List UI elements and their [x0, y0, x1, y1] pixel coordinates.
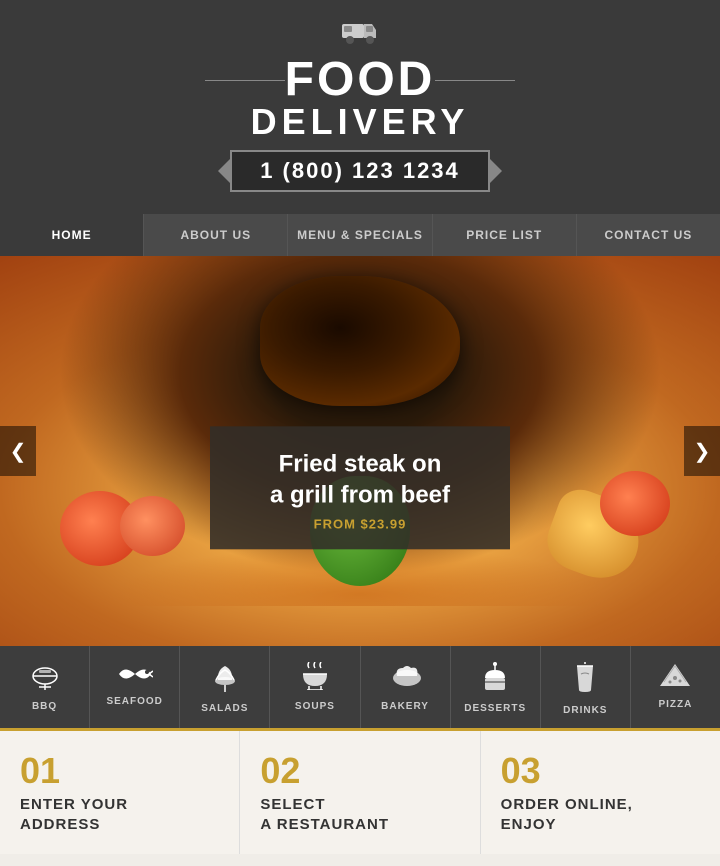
- hero-slider: Fried steak on a grill from beef FROM $2…: [0, 256, 720, 646]
- slider-next-button[interactable]: ❯: [684, 426, 720, 476]
- pizza-icon: [639, 662, 712, 693]
- bbq-icon: [8, 662, 81, 695]
- cat-pizza[interactable]: PIZZA: [631, 646, 720, 728]
- phone-banner: 1 (800) 123 1234: [230, 150, 490, 192]
- cat-salads[interactable]: SALADS: [180, 646, 270, 728]
- main-nav: HOME ABOUT US MENU & SPECIALS PRICE LIST…: [0, 214, 720, 256]
- cat-bakery[interactable]: BAKERY: [361, 646, 451, 728]
- cat-seafood[interactable]: SEAFOOD: [90, 646, 180, 728]
- cat-drinks[interactable]: DRINKS: [541, 646, 631, 728]
- hero-caption: Fried steak on a grill from beef FROM $2…: [210, 426, 510, 549]
- truck-icon-wrapper: [0, 18, 720, 52]
- step-1-number: 01: [20, 753, 219, 789]
- drinks-label: DRINKS: [549, 705, 622, 716]
- step-3-number: 03: [501, 753, 700, 789]
- drinks-icon: [549, 662, 622, 699]
- steak-decoration: [260, 276, 460, 406]
- title-delivery: DELIVERY: [0, 104, 720, 140]
- nav-menu[interactable]: MENU & SPECIALS: [288, 214, 432, 256]
- slider-prev-button[interactable]: ❮: [0, 426, 36, 476]
- phone-number: 1 (800) 123 1234: [260, 158, 460, 184]
- soups-icon: [278, 662, 351, 695]
- nav-price[interactable]: PRICE LIST: [433, 214, 577, 256]
- title-line: FOOD: [0, 56, 720, 104]
- salads-label: SALADS: [188, 703, 261, 714]
- desserts-label: DESSERTS: [459, 703, 532, 714]
- seafood-icon: [98, 662, 171, 690]
- bbq-label: BBQ: [8, 701, 81, 712]
- soups-label: SOUPS: [278, 701, 351, 712]
- category-bar: BBQ SEAFOOD SALADS: [0, 646, 720, 728]
- nav-about[interactable]: ABOUT US: [144, 214, 288, 256]
- pizza-label: PIZZA: [639, 699, 712, 710]
- bakery-label: BAKERY: [369, 701, 442, 712]
- step-1-text: ENTER YOUR ADDRESS: [20, 796, 128, 833]
- step-3: 03 ORDER ONLINE, ENJOY: [481, 731, 720, 854]
- site-header: FOOD DELIVERY 1 (800) 123 1234: [0, 0, 720, 214]
- step-2-number: 02: [260, 753, 459, 789]
- step-2: 02 SELECT A RESTAURANT: [240, 731, 480, 854]
- cat-soups[interactable]: SOUPS: [270, 646, 360, 728]
- garnish2-decoration: [600, 471, 670, 536]
- seafood-label: SEAFOOD: [98, 696, 171, 707]
- bakery-icon: [369, 662, 442, 695]
- cat-desserts[interactable]: DESSERTS: [451, 646, 541, 728]
- hero-price: FROM $23.99: [250, 517, 470, 532]
- tomato2-decoration: [120, 496, 185, 556]
- step-1: 01 ENTER YOUR ADDRESS: [0, 731, 240, 854]
- nav-home[interactable]: HOME: [0, 214, 144, 256]
- nav-contact[interactable]: CONTACT US: [577, 214, 720, 256]
- cat-bbq[interactable]: BBQ: [0, 646, 90, 728]
- step-3-text: ORDER ONLINE, ENJOY: [501, 796, 633, 833]
- desserts-icon: [459, 662, 532, 697]
- step-2-text: SELECT A RESTAURANT: [260, 796, 389, 833]
- truck-icon: [342, 18, 378, 50]
- title-food: FOOD: [285, 56, 436, 104]
- salads-icon: [188, 662, 261, 697]
- steps-section: 01 ENTER YOUR ADDRESS 02 SELECT A RESTAU…: [0, 728, 720, 854]
- hero-title: Fried steak on a grill from beef: [250, 448, 470, 510]
